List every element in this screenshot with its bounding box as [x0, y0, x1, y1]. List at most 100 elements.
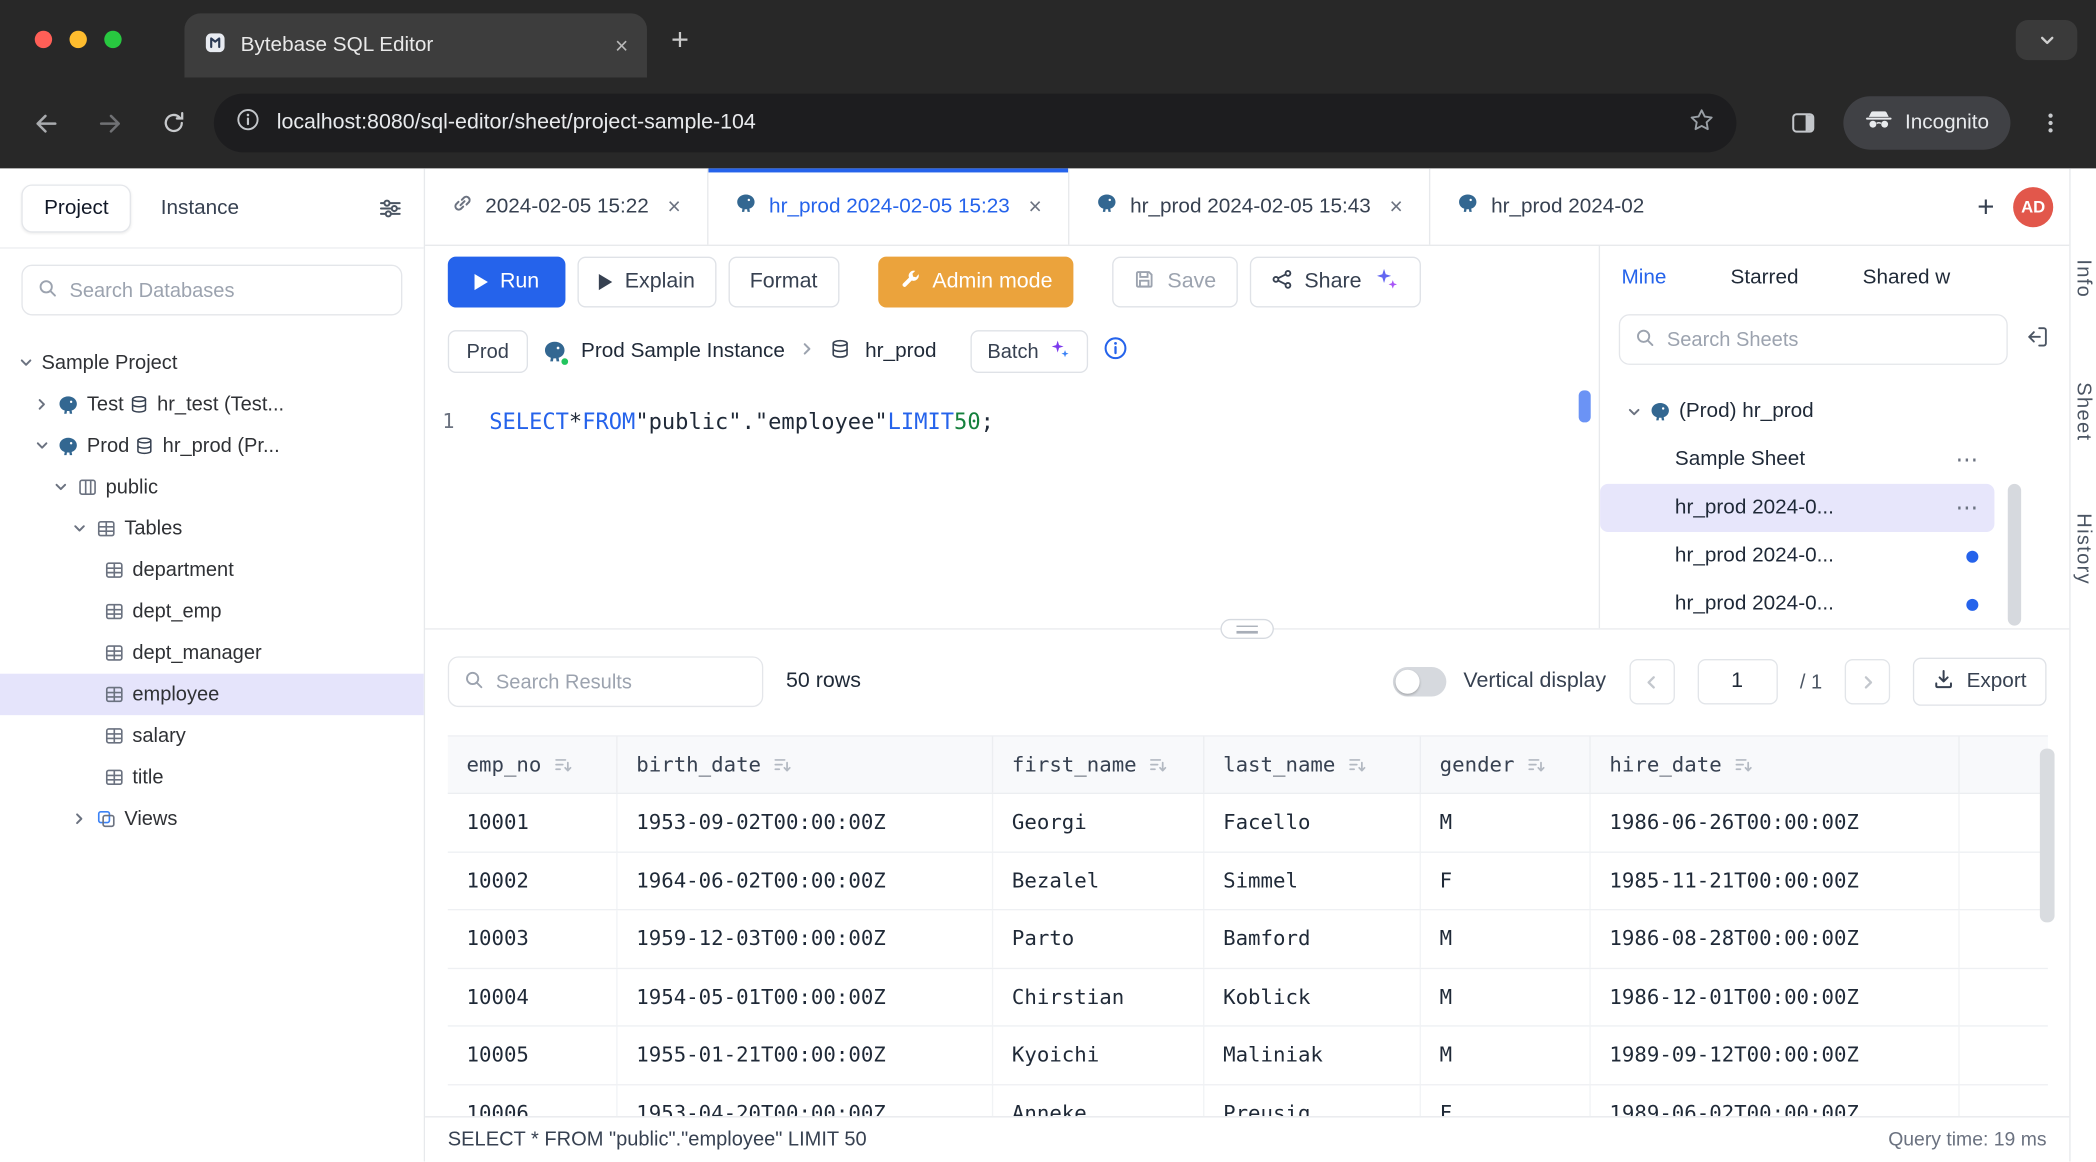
cell[interactable]: 10002	[448, 852, 618, 909]
tab-starred[interactable]: Starred	[1731, 266, 1799, 290]
tab-sheet[interactable]: Sheet	[2072, 382, 2095, 441]
instance-name[interactable]: Prod Sample Instance	[581, 340, 785, 364]
admin-mode-button[interactable]: Admin mode	[878, 257, 1074, 308]
editor-scrollbar-thumb[interactable]	[1579, 390, 1591, 422]
zoom-window-button[interactable]	[104, 31, 121, 48]
cell[interactable]: 10004	[448, 968, 618, 1025]
close-window-button[interactable]	[35, 31, 52, 48]
close-icon[interactable]: ×	[1029, 193, 1042, 220]
cell[interactable]: Parto	[993, 910, 1204, 967]
sheet-item-sample[interactable]: Sample Sheet ⋯	[1600, 436, 1994, 484]
url-bar[interactable]: localhost:8080/sql-editor/sheet/project-…	[214, 94, 1737, 153]
sheet-tab-3[interactable]: hr_prod 2024-02-05 15:43 ×	[1070, 168, 1431, 244]
sheet-item-unsaved-1[interactable]: hr_prod 2024-0...	[1600, 532, 1994, 580]
info-icon[interactable]	[1103, 336, 1128, 368]
cell[interactable]: M	[1421, 968, 1591, 1025]
column-header-gender[interactable]: gender	[1421, 737, 1591, 793]
user-avatar[interactable]: AD	[2013, 186, 2053, 226]
next-page-button[interactable]	[1845, 659, 1890, 704]
sheet-tab-1[interactable]: 2024-02-05 15:22 ×	[425, 168, 709, 244]
tree-item-table-employee[interactable]: employee	[0, 674, 424, 715]
cell[interactable]: 1989-06-02T00:00:00Z	[1591, 1085, 1960, 1116]
cell[interactable]: 10003	[448, 910, 618, 967]
chevron-down-icon[interactable]	[13, 356, 37, 371]
column-header-birth-date[interactable]: birth_date	[618, 737, 994, 793]
site-info-icon[interactable]	[235, 107, 260, 139]
database-search-input[interactable]	[70, 279, 387, 302]
column-header-last-name[interactable]: last_name	[1204, 737, 1421, 793]
sheets-search-input[interactable]	[1667, 329, 1992, 352]
chevron-down-icon[interactable]	[48, 480, 72, 495]
tree-item-test-db[interactable]: Test hr_test (Test...	[0, 384, 424, 425]
table-row-partial[interactable]: 10006 1953-04-20T00:00:00Z Anneke Preusi…	[448, 1085, 2048, 1116]
tab-project[interactable]: Project	[21, 184, 131, 232]
cell[interactable]: Facello	[1204, 794, 1421, 851]
table-row[interactable]: 10003 1959-12-03T00:00:00Z Parto Bamford…	[448, 910, 2048, 968]
chevron-down-icon[interactable]	[1621, 404, 1645, 419]
environment-chip[interactable]: Prod	[448, 330, 528, 373]
explain-button[interactable]: Explain	[578, 257, 716, 308]
splitter-grip-handle[interactable]	[1220, 619, 1273, 639]
reload-button[interactable]	[150, 110, 198, 137]
chevron-right-icon[interactable]	[29, 397, 53, 412]
tab-info[interactable]: Info	[2072, 259, 2095, 298]
tree-item-tables-group[interactable]: Tables	[0, 508, 424, 549]
sheet-item-current[interactable]: hr_prod 2024-0... ⋯	[1600, 484, 1994, 532]
cell[interactable]: 1959-12-03T00:00:00Z	[618, 910, 994, 967]
cell[interactable]: Chirstian	[993, 968, 1204, 1025]
cell[interactable]: 1953-04-20T00:00:00Z	[618, 1085, 994, 1116]
minimize-window-button[interactable]	[70, 31, 87, 48]
database-name[interactable]: hr_prod	[865, 340, 936, 364]
tab-shared[interactable]: Shared w	[1863, 266, 1951, 290]
more-actions-icon[interactable]: ⋯	[1956, 495, 1979, 522]
save-button[interactable]: Save	[1113, 257, 1238, 308]
tree-item-prod-db[interactable]: Prod hr_prod (Pr...	[0, 425, 424, 466]
chevron-down-icon[interactable]	[67, 521, 91, 536]
cell[interactable]: Anneke	[993, 1085, 1204, 1116]
collapse-panel-icon[interactable]	[2024, 323, 2051, 356]
sheets-search[interactable]	[1619, 315, 2008, 366]
cell[interactable]: M	[1421, 1027, 1591, 1084]
cell[interactable]: 1986-12-01T00:00:00Z	[1591, 968, 1960, 1025]
panel-splitter[interactable]	[425, 628, 2069, 639]
sheet-tab-2-active[interactable]: hr_prod 2024-02-05 15:23 ×	[709, 168, 1070, 244]
filter-settings-icon[interactable]	[378, 196, 402, 220]
cell[interactable]: 1989-09-12T00:00:00Z	[1591, 1027, 1960, 1084]
cell[interactable]: Simmel	[1204, 852, 1421, 909]
cell[interactable]: 10006	[448, 1085, 618, 1116]
side-panel-icon[interactable]	[1779, 110, 1827, 137]
table-row[interactable]: 10005 1955-01-21T00:00:00Z Kyoichi Malin…	[448, 1027, 2048, 1085]
tab-mine[interactable]: Mine	[1621, 266, 1666, 290]
cell[interactable]: Georgi	[993, 794, 1204, 851]
tree-item-project[interactable]: Sample Project	[0, 342, 424, 383]
cell[interactable]: 10001	[448, 794, 618, 851]
cell[interactable]: 1985-11-21T00:00:00Z	[1591, 852, 1960, 909]
back-button[interactable]	[21, 109, 69, 137]
tree-item-schema-public[interactable]: public	[0, 467, 424, 508]
tab-history[interactable]: History	[2072, 513, 2095, 585]
cell[interactable]: M	[1421, 794, 1591, 851]
cell[interactable]: 1955-01-21T00:00:00Z	[618, 1027, 994, 1084]
sql-editor[interactable]: 1 SELECT * FROM "public"."employee" LIMI…	[425, 385, 1599, 628]
share-button[interactable]: Share	[1250, 257, 1421, 308]
cell[interactable]: Bezalel	[993, 852, 1204, 909]
tree-item-table-department[interactable]: department	[0, 549, 424, 590]
cell[interactable]: 1986-08-28T00:00:00Z	[1591, 910, 1960, 967]
results-search[interactable]	[448, 656, 763, 707]
cell[interactable]: Bamford	[1204, 910, 1421, 967]
close-icon[interactable]: ×	[1390, 193, 1403, 220]
table-row[interactable]: 10001 1953-09-02T00:00:00Z Georgi Facell…	[448, 794, 2048, 852]
cell[interactable]: Koblick	[1204, 968, 1421, 1025]
tab-instance[interactable]: Instance	[161, 196, 239, 220]
column-header-emp-no[interactable]: emp_no	[448, 737, 618, 793]
close-icon[interactable]: ×	[668, 193, 681, 220]
cell[interactable]: 1953-09-02T00:00:00Z	[618, 794, 994, 851]
run-button[interactable]: Run	[448, 257, 566, 308]
tree-item-table-dept-emp[interactable]: dept_emp	[0, 591, 424, 632]
cell[interactable]: 1954-05-01T00:00:00Z	[618, 968, 994, 1025]
prev-page-button[interactable]	[1629, 659, 1674, 704]
sheets-scrollbar-thumb[interactable]	[2008, 484, 2021, 626]
page-number-input[interactable]	[1697, 659, 1777, 704]
chevron-down-icon[interactable]	[29, 438, 53, 453]
browser-menu-icon[interactable]	[2026, 111, 2074, 135]
